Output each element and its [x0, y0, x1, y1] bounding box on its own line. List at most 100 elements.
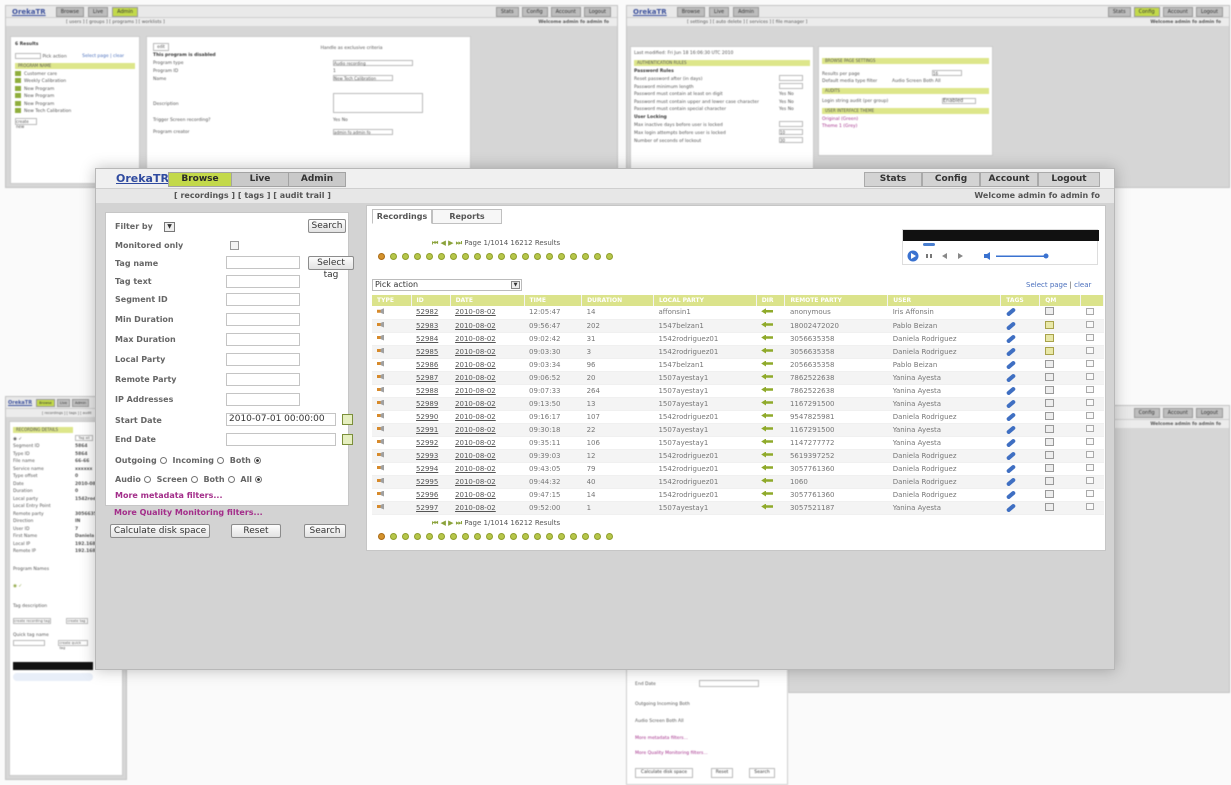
- qm-evaluate-icon[interactable]: [1044, 398, 1054, 407]
- date-cell[interactable]: 2010-08-02: [450, 397, 525, 411]
- speaker-icon[interactable]: [377, 425, 384, 432]
- bg-tab[interactable]: Stats: [1107, 6, 1131, 17]
- speaker-icon[interactable]: [377, 503, 384, 510]
- chevron-down-icon[interactable]: ▼: [511, 281, 520, 289]
- bg-lock-value[interactable]: 10: [779, 129, 803, 135]
- qm-evaluate-icon[interactable]: [1044, 320, 1054, 329]
- prev-page-icon[interactable]: ◀: [441, 519, 446, 527]
- tag-text-input[interactable]: [226, 275, 300, 288]
- tags-cell[interactable]: [1000, 306, 1040, 320]
- both-direction-radio[interactable]: [253, 457, 261, 464]
- id-cell[interactable]: 52996: [411, 488, 451, 502]
- col-dir[interactable]: DIR: [756, 295, 786, 306]
- qm-evaluate-icon[interactable]: [1044, 502, 1054, 511]
- bg-reset-button[interactable]: Reset: [711, 768, 733, 778]
- date-cell[interactable]: 2010-08-02: [450, 488, 525, 502]
- page-dot[interactable]: [426, 253, 433, 260]
- qm-cell[interactable]: [1039, 436, 1081, 450]
- date-cell[interactable]: 2010-08-02: [450, 475, 525, 489]
- bg-subnav-links[interactable]: [ users ] [ groups ] [ programs ] [ work…: [66, 20, 165, 25]
- bg-more-quality[interactable]: More Quality Monitoring filters...: [635, 750, 708, 758]
- tags-cell[interactable]: [1000, 449, 1040, 463]
- select-cell[interactable]: [1080, 397, 1104, 411]
- date-cell[interactable]: 2010-08-02: [450, 371, 525, 385]
- col-duration[interactable]: DURATION: [581, 295, 654, 306]
- table-row[interactable]: 52996 2010-08-02 09:47:15 14 1542rodriguez01…: [372, 488, 1104, 502]
- speaker-icon[interactable]: [377, 464, 384, 471]
- select-page-link[interactable]: Select page: [1026, 281, 1067, 289]
- tags-cell[interactable]: [1000, 488, 1040, 502]
- table-row[interactable]: 52983 2010-08-02 09:56:47 202 1547belzan1 180…: [372, 319, 1104, 333]
- last-page-icon[interactable]: ⏭: [456, 239, 462, 247]
- tag-pencil-icon[interactable]: [1005, 476, 1016, 487]
- bg-direction[interactable]: Outgoing Incoming Both: [635, 701, 690, 709]
- clear-link[interactable]: clear: [1074, 281, 1091, 289]
- bg-lock-value[interactable]: [779, 121, 803, 127]
- page-dot[interactable]: [606, 533, 613, 540]
- type-cell[interactable]: [372, 488, 412, 502]
- col-time[interactable]: TIME: [524, 295, 583, 306]
- bg-player-controls[interactable]: [13, 672, 93, 681]
- bg-results-per-page-value[interactable]: 16: [932, 70, 962, 76]
- qm-cell[interactable]: [1039, 488, 1081, 502]
- id-cell[interactable]: 52992: [411, 436, 451, 450]
- select-cell[interactable]: [1080, 462, 1104, 476]
- reset-button[interactable]: Reset: [231, 524, 281, 538]
- tag-pencil-icon[interactable]: [1005, 385, 1016, 396]
- id-cell[interactable]: 52997: [411, 501, 451, 515]
- bg-default-filter-value[interactable]: Audio Screen Both All: [892, 79, 941, 84]
- search-button-top[interactable]: Search: [308, 219, 346, 233]
- bg-tab[interactable]: Account: [1162, 407, 1193, 418]
- page-dot[interactable]: [378, 533, 385, 540]
- row-select-checkbox[interactable]: [1085, 373, 1094, 380]
- bg-tab[interactable]: Live: [56, 398, 70, 407]
- first-page-icon[interactable]: ⏮: [432, 239, 438, 247]
- speaker-icon[interactable]: [377, 347, 384, 354]
- table-row[interactable]: 52984 2010-08-02 09:02:42 31 1542rodriguez01…: [372, 332, 1104, 346]
- date-cell[interactable]: 2010-08-02: [450, 306, 525, 320]
- tab-stats[interactable]: Stats: [864, 172, 922, 187]
- end-date-calendar-icon[interactable]: [342, 434, 353, 445]
- date-cell[interactable]: 2010-08-02: [450, 501, 525, 515]
- tag-pencil-icon[interactable]: [1005, 424, 1016, 435]
- tag-pencil-icon[interactable]: [1005, 437, 1016, 448]
- qm-evaluate-icon[interactable]: [1044, 372, 1054, 381]
- row-select-checkbox[interactable]: [1085, 307, 1094, 315]
- page-dot[interactable]: [582, 533, 589, 540]
- qm-cell[interactable]: [1039, 384, 1081, 398]
- bg-tab[interactable]: Stats: [495, 6, 519, 17]
- orekatr-logo[interactable]: OrekaTR: [116, 172, 169, 185]
- qm-cell[interactable]: [1039, 306, 1081, 320]
- date-cell[interactable]: 2010-08-02: [450, 410, 525, 424]
- id-cell[interactable]: 52988: [411, 384, 451, 398]
- qm-evaluate-icon[interactable]: [1044, 346, 1054, 355]
- page-dot[interactable]: [582, 253, 589, 260]
- qm-evaluate-icon[interactable]: [1044, 450, 1054, 459]
- row-select-checkbox[interactable]: [1085, 321, 1094, 328]
- tag-pencil-icon[interactable]: [1005, 450, 1016, 461]
- tag-pencil-icon[interactable]: [1005, 320, 1016, 331]
- row-select-checkbox[interactable]: [1085, 360, 1094, 367]
- tab-recordings[interactable]: Recordings: [372, 209, 432, 224]
- bg-field-value[interactable]: New Tech Calibration: [333, 75, 393, 81]
- ip-addresses-input[interactable]: [226, 393, 300, 406]
- max-duration-input[interactable]: [226, 333, 300, 346]
- page-dot[interactable]: [498, 253, 505, 260]
- bg-field-value[interactable]: Audio recording: [333, 59, 413, 66]
- filter-by-dropdown[interactable]: ▼: [164, 222, 175, 232]
- select-cell[interactable]: [1080, 410, 1104, 424]
- qm-cell[interactable]: [1039, 358, 1081, 372]
- id-cell[interactable]: 52985: [411, 345, 451, 359]
- id-cell[interactable]: 52987: [411, 371, 451, 385]
- bg-tab[interactable]: Config: [1133, 6, 1160, 17]
- bg-theme-option[interactable]: Theme 1 (Grey): [822, 123, 989, 131]
- bg-tab[interactable]: Config: [1133, 407, 1160, 418]
- start-date-input[interactable]: 2010-07-01 00:00:00: [226, 413, 336, 426]
- id-cell[interactable]: 52995: [411, 475, 451, 489]
- tab-admin[interactable]: Admin: [288, 172, 346, 187]
- speaker-icon[interactable]: [377, 321, 384, 328]
- bg-subnav-links[interactable]: [ recordings ] [ tags ] [ audit: [42, 411, 92, 415]
- select-cell[interactable]: [1080, 345, 1104, 359]
- tags-cell[interactable]: [1000, 501, 1040, 515]
- id-cell[interactable]: 52994: [411, 462, 451, 476]
